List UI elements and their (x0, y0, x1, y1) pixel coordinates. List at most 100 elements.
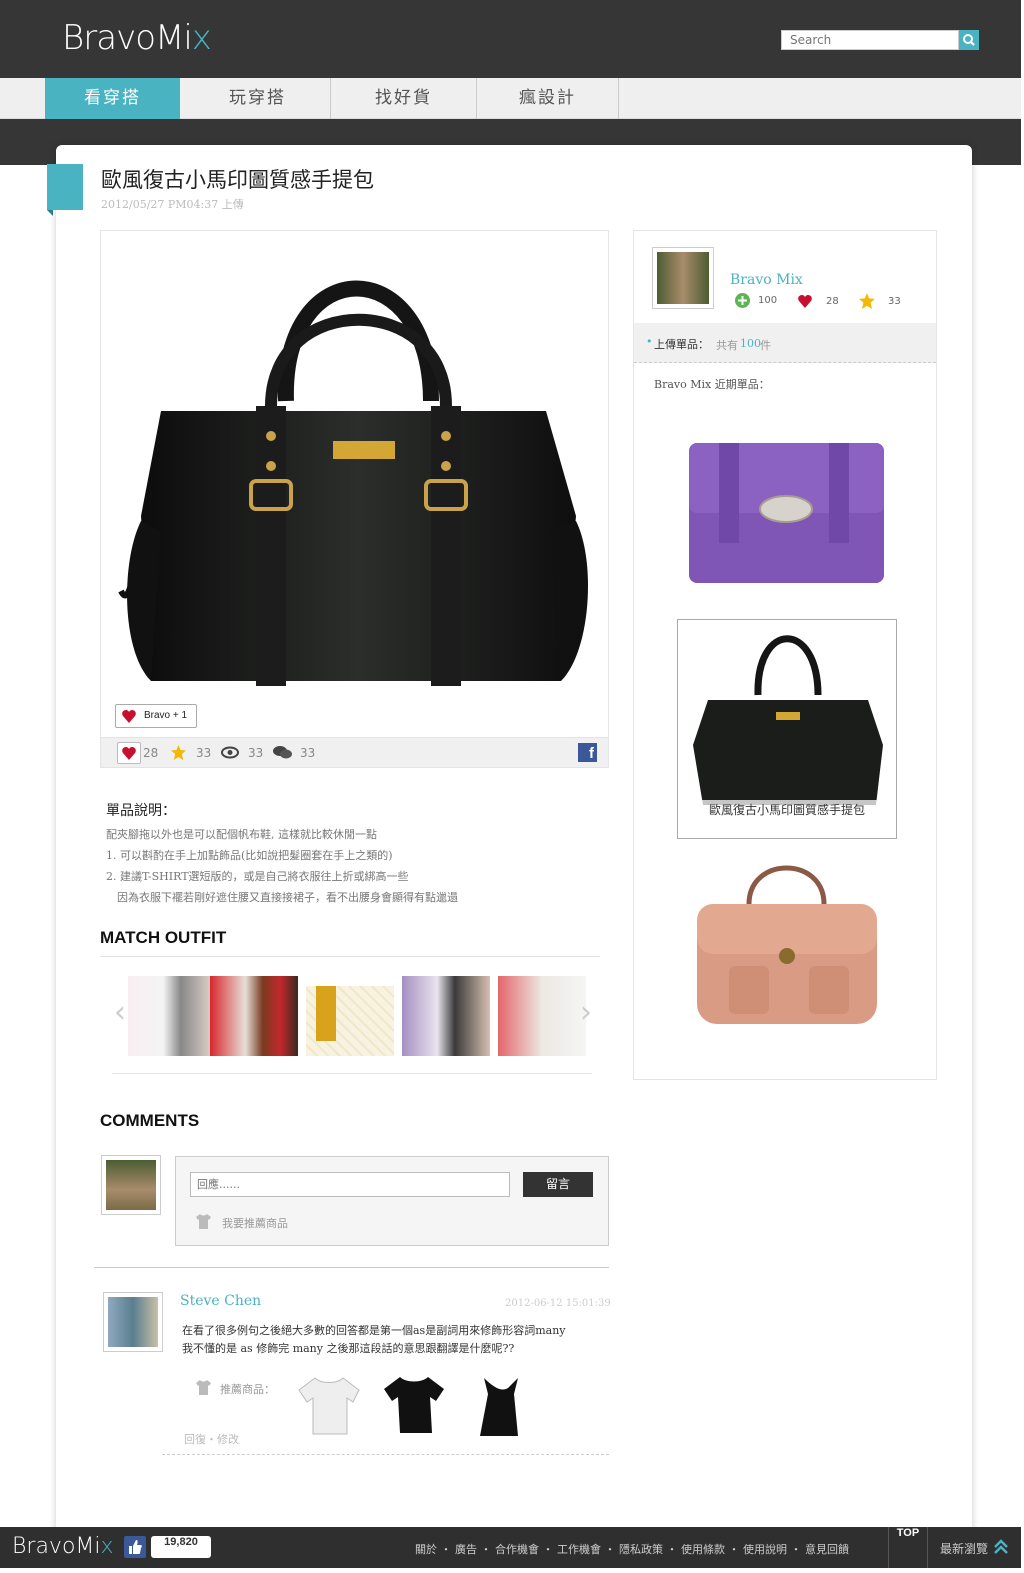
star-icon[interactable] (171, 745, 186, 760)
nav-tab-look[interactable]: 看穿搭 (45, 78, 180, 119)
uploads-count[interactable]: 100 (740, 337, 761, 350)
match-outfit-heading: MATCH OUTFIT (100, 928, 227, 947)
sidebar-star-count: 33 (888, 296, 901, 307)
footer-link-about[interactable]: 關於 (415, 1543, 437, 1556)
nav-tab-design[interactable]: 瘋設計 (477, 78, 619, 119)
description-line: 1. 可以斟酌在手上加點飾品(比如說把髮圈套在手上之類的) (106, 849, 393, 862)
heart-icon (122, 710, 136, 723)
like-count: 28 (143, 746, 159, 760)
footer-link-feedback[interactable]: 意見回饋 (805, 1543, 849, 1556)
view-count: 33 (248, 746, 264, 760)
recommended-product-white-tshirt[interactable] (297, 1374, 361, 1438)
outfit-thumbnail[interactable] (210, 976, 298, 1056)
footer-link-privacy[interactable]: 隱私政策 (619, 1543, 663, 1556)
pink-bag-image (697, 865, 877, 1024)
carousel-next-arrow[interactable]: › (580, 995, 592, 1030)
footer-link-jobs[interactable]: 工作機會 (557, 1543, 601, 1556)
star-icon (859, 293, 875, 309)
footer-logo-text: BravoMi (12, 1534, 101, 1559)
footer-link-ads[interactable]: 廣告 (455, 1543, 477, 1556)
uploads-label: 上傳單品： (654, 338, 709, 351)
comment-count: 33 (300, 746, 316, 760)
footer-link-terms[interactable]: 使用條款 (681, 1543, 725, 1556)
comment-input[interactable] (190, 1172, 510, 1197)
eye-icon (221, 746, 239, 759)
comment-actions[interactable]: 回復・修改 (184, 1431, 239, 1447)
description-heading: 單品說明： (106, 803, 176, 819)
search-icon (963, 34, 975, 46)
footer-link-help[interactable]: 使用說明 (743, 1543, 787, 1556)
site-logo[interactable]: BravoMix (62, 18, 212, 58)
description-line: 配夾腳拖以外也是可以配個帆布鞋, 這樣就比較休閒一點 (106, 828, 377, 841)
plus-circle-icon[interactable] (735, 293, 750, 308)
divider (112, 1073, 592, 1074)
submit-comment-button[interactable]: 留言 (523, 1172, 593, 1197)
double-chevron-up-icon[interactable] (994, 1539, 1008, 1555)
search-button[interactable] (959, 30, 979, 50)
nav-tab-play[interactable]: 玩穿搭 (185, 78, 331, 119)
outfit-thumbnail[interactable] (128, 976, 216, 1056)
thumbs-up-icon (129, 1540, 142, 1554)
handbag-image (118, 280, 588, 686)
sidebar-plus-count: 100 (758, 295, 778, 306)
tshirt-icon (196, 1380, 211, 1395)
divider (162, 1454, 609, 1455)
bullet: • (646, 335, 653, 348)
comment-text: 在看了很多例句之後絕大多數的回答都是第一個as是副詞用來修飾形容詞many (182, 1324, 566, 1337)
sidebar-user-name[interactable]: Bravo Mix (730, 272, 803, 288)
upload-date: 2012/05/27 PM04:37 上傳 (101, 198, 244, 211)
item-stat-bar: 28 33 33 33 (100, 738, 609, 768)
logo-text: BravoMi (62, 18, 193, 58)
main-product-image[interactable] (100, 230, 609, 738)
comment-text: 我不懂的是 as 修飾完 many 之後那這段話的意思跟翻譯是什麼呢?? (182, 1342, 515, 1355)
search-input[interactable] (781, 30, 959, 50)
recent-item-black-bag[interactable]: 歐風復古小馬印圖質感手提包 (677, 619, 897, 839)
like-counter: 19,820 (151, 1536, 211, 1558)
like-button[interactable] (117, 742, 141, 764)
latest-viewed-button[interactable]: 最新瀏覽 (940, 1540, 988, 1557)
current-user-avatar[interactable] (101, 1155, 161, 1215)
uploads-row: • 上傳單品： 共有 100 件 (634, 323, 936, 363)
recommended-products-label: 推薦商品： (220, 1383, 275, 1396)
commenter-name[interactable]: Steve Chen (180, 1293, 261, 1309)
tshirt-icon (196, 1214, 211, 1229)
site-header: BravoMix (0, 0, 1021, 78)
footer-links: 關於 ・ 廣告 ・ 合作機會 ・ 工作機會 ・ 隱私政策 ・ 使用條款 ・ 使用… (415, 1543, 849, 1556)
footer-logo[interactable]: BravoMix (12, 1534, 114, 1559)
outfit-thumbnail[interactable] (306, 976, 394, 1056)
divider (100, 956, 600, 957)
recent-items-label: Bravo Mix 近期單品： (654, 378, 770, 391)
comment-bubble-icon (273, 746, 292, 759)
back-to-top-button[interactable]: TOP (888, 1527, 928, 1568)
uploads-suffix: 件 (760, 339, 771, 352)
nav-tab-shop[interactable]: 找好貨 (331, 78, 477, 119)
logo-swoosh: x (191, 18, 212, 58)
description-line: 因為衣服下襬若剛好遮住腰又直接接裙子，看不出腰身會顯得有點邋遢 (117, 891, 458, 904)
carousel-prev-arrow[interactable]: ‹ (114, 995, 126, 1030)
heart-icon (122, 747, 136, 760)
recent-item-caption: 歐風復古小馬印圖質感手提包 (678, 800, 896, 820)
footer-link-partners[interactable]: 合作機會 (495, 1543, 539, 1556)
outfit-thumbnail[interactable] (402, 976, 490, 1056)
recommended-product-black-tshirt[interactable] (382, 1373, 446, 1437)
recommend-product-link[interactable]: 我要推薦商品 (222, 1215, 288, 1231)
bravo-plus-one-button[interactable]: Bravo + 1 (115, 704, 197, 728)
commenter-avatar[interactable] (103, 1292, 163, 1352)
uploads-prefix: 共有 (716, 339, 738, 352)
user-sidebar: Bravo Mix 100 28 33 • 上傳單品： 共有 100 件 Bra… (633, 230, 937, 1080)
footer-logo-swoosh: x (100, 1534, 114, 1559)
comment-form (175, 1156, 609, 1246)
comment-time: 2012-06-12 15:01:39 (505, 1298, 611, 1309)
recent-item-purple-bag[interactable] (679, 431, 889, 595)
facebook-share-icon[interactable]: f (578, 743, 597, 762)
description-line: 2. 建議T-SHIRT選短版的，或是自己將衣服往上折或綁高一些 (106, 870, 409, 883)
facebook-like-button[interactable] (124, 1536, 146, 1558)
star-count: 33 (196, 746, 212, 760)
title-ribbon (47, 164, 83, 216)
purple-bag-image (689, 443, 884, 583)
sidebar-user-avatar[interactable] (652, 247, 714, 309)
outfit-thumbnail[interactable] (498, 976, 586, 1056)
recent-item-pink-bag[interactable] (689, 856, 884, 1035)
site-footer: BravoMix 19,820 關於 ・ 廣告 ・ 合作機會 ・ 工作機會 ・ … (0, 1527, 1021, 1568)
recommended-product-black-top[interactable] (474, 1374, 524, 1438)
